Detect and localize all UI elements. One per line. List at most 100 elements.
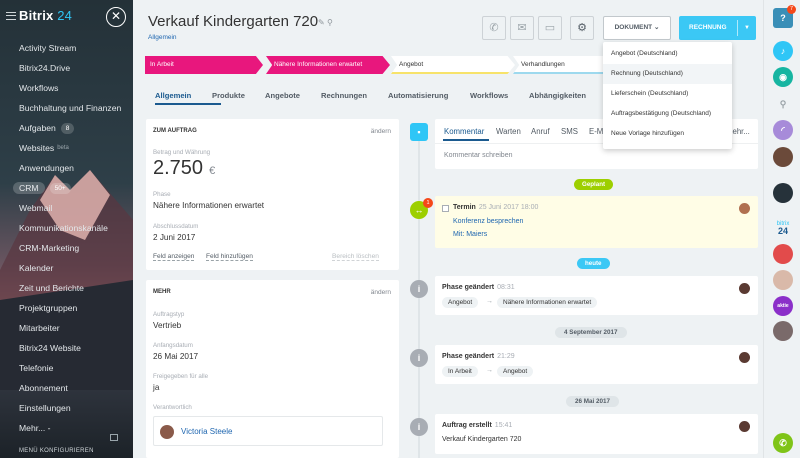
tab-offers[interactable]: Angebote: [265, 91, 300, 100]
sidebar-item-tasks[interactable]: Aufgaben 8: [0, 118, 133, 138]
add-field-link[interactable]: Feld hinzufügen: [206, 253, 253, 261]
phone-icon[interactable]: ✆: [482, 16, 506, 40]
phone-curve-icon[interactable]: ◜: [773, 120, 793, 140]
avatar[interactable]: [773, 270, 793, 290]
sidebar-item-settings[interactable]: Einstellungen: [0, 398, 133, 418]
avatar[interactable]: [773, 321, 793, 341]
edit-link[interactable]: ändern: [371, 128, 391, 135]
meeting-participants[interactable]: Mit: Maiers: [453, 231, 487, 238]
printer-icon[interactable]: [110, 434, 118, 441]
edit-icon[interactable]: ✎: [318, 18, 325, 27]
menu-icon[interactable]: [6, 12, 16, 20]
sidebar-item-groups[interactable]: Projektgruppen: [0, 298, 133, 318]
sidebar-item-label: Bitrix24.Drive: [19, 63, 71, 73]
gear-icon[interactable]: ⚙: [570, 16, 594, 40]
tab-products[interactable]: Produkte: [212, 91, 245, 100]
avatar[interactable]: [773, 183, 793, 203]
shared-value[interactable]: ja: [153, 383, 159, 392]
mail-icon[interactable]: ✉: [510, 16, 534, 40]
amount-value[interactable]: 2.750 €: [153, 157, 215, 180]
chat-icon[interactable]: ▭: [538, 16, 562, 40]
arrow-icon: →: [486, 298, 493, 305]
phase-value[interactable]: Nähere Informationen erwartet: [153, 201, 264, 210]
sidebar-item-websites[interactable]: Websites beta: [0, 138, 133, 158]
comment-input[interactable]: Kommentar schreiben: [444, 152, 512, 159]
tab-general[interactable]: Allgemein: [155, 91, 191, 100]
sidebar-menu: Activity Stream Bitrix24.Drive Workflows…: [0, 38, 133, 438]
menu-item-delivery-note[interactable]: Lieferschein (Deutschland): [603, 84, 732, 104]
stage-in-progress[interactable]: In Arbeit: [145, 56, 263, 74]
tab-email[interactable]: E-M: [589, 127, 603, 136]
sidebar-item-applications[interactable]: Anwendungen: [0, 158, 133, 178]
tab-comment[interactable]: Kommentar: [444, 127, 484, 136]
avatar[interactable]: [773, 147, 793, 167]
call-icon[interactable]: ✆: [773, 433, 793, 453]
configure-menu-link[interactable]: MENÜ KONFIGURIEREN: [19, 448, 94, 454]
tab-invoices[interactable]: Rechnungen: [321, 91, 367, 100]
right-toolbar: ? 7 ♪ ◉ ⚲ ◜ bitrix 24 aktie ✆: [763, 0, 800, 458]
link-icon[interactable]: ⚲: [327, 18, 333, 27]
avatar: [739, 421, 750, 432]
card-heading: ZUM AUFTRAG: [153, 128, 197, 134]
sidebar-item-workflows[interactable]: Workflows: [0, 78, 133, 98]
sidebar-item-website[interactable]: Bitrix24 Website: [0, 338, 133, 358]
sidebar-item-crm-marketing[interactable]: CRM-Marketing: [0, 238, 133, 258]
edit-link[interactable]: ändern: [371, 289, 391, 296]
breadcrumb[interactable]: Allgemein: [148, 34, 177, 41]
chevron-down-icon[interactable]: ▼: [744, 16, 750, 40]
stage-negotiation[interactable]: Verhandlungen: [513, 56, 603, 74]
timeman-icon[interactable]: ◉: [773, 67, 793, 87]
tab-sms[interactable]: SMS: [561, 127, 578, 136]
tab-workflows[interactable]: Workflows: [470, 91, 508, 100]
close-date-label: Abschlussdatum: [153, 223, 199, 230]
document-button[interactable]: DOKUMENT ⌄: [603, 16, 671, 40]
sidebar-item-subscription[interactable]: Abonnement: [0, 378, 133, 398]
menu-item-add-template[interactable]: Neue Vorlage hinzufügen: [603, 124, 732, 144]
responsible-name[interactable]: Victoria Steele: [181, 427, 232, 436]
sidebar-item-channels[interactable]: Kommunikationskanäle: [0, 218, 133, 238]
bitrix24-icon[interactable]: bitrix 24: [771, 221, 795, 237]
tab-automation[interactable]: Automatisierung: [388, 91, 448, 100]
sidebar-item-calendar[interactable]: Kalender: [0, 258, 133, 278]
tab-wait[interactable]: Warten: [496, 127, 521, 136]
avatar[interactable]: [773, 244, 793, 264]
search-icon[interactable]: ⚲: [773, 94, 793, 114]
aktie-icon[interactable]: aktie: [773, 296, 793, 316]
sidebar-item-activity-stream[interactable]: Activity Stream: [0, 38, 133, 58]
show-field-link[interactable]: Feld anzeigen: [153, 253, 195, 261]
delete-section-link[interactable]: Bereich löschen: [332, 253, 379, 261]
start-date-value[interactable]: 26 Mai 2017: [153, 352, 198, 361]
avatar: [739, 352, 750, 363]
left-sidebar: Bitrix 24 ✕ Activity Stream Bitrix24.Dri…: [0, 0, 133, 458]
bell-icon[interactable]: ♪: [773, 41, 793, 61]
stage-offer[interactable]: Angebot: [391, 56, 515, 74]
sidebar-item-employees[interactable]: Mitarbeiter: [0, 318, 133, 338]
tab-call[interactable]: Anruf: [531, 127, 550, 136]
menu-item-order-confirmation[interactable]: Auftragsbestätigung (Deutschland): [603, 104, 732, 124]
menu-item-invoice[interactable]: Rechnung (Deutschland): [603, 64, 732, 84]
meeting-entry[interactable]: Termin 25 Juni 2017 18:00 Konferenz bespr…: [435, 196, 758, 248]
sidebar-item-crm[interactable]: CRM 50+: [0, 178, 133, 198]
stage-more-info[interactable]: Nähere Informationen erwartet: [266, 56, 390, 74]
responsible-label: Verantwortlich: [153, 404, 192, 411]
type-value[interactable]: Vertrieb: [153, 321, 181, 330]
complete-checkbox[interactable]: [442, 205, 449, 212]
logo[interactable]: Bitrix 24: [19, 8, 72, 23]
shared-label: Freigegeben für alle: [153, 373, 209, 380]
phase-from: In Arbeit: [442, 366, 478, 377]
sidebar-item-telephony[interactable]: Telefonie: [0, 358, 133, 378]
tab-dependencies[interactable]: Abhängigkeiten: [529, 91, 586, 100]
sidebar-item-label: Projektgruppen: [19, 303, 78, 313]
sidebar-item-accounting[interactable]: Buchhaltung und Finanzen: [0, 98, 133, 118]
sidebar-item-label: Websites: [19, 143, 55, 153]
close-date-value[interactable]: 2 Juni 2017: [153, 233, 195, 242]
meeting-subject[interactable]: Konferenz besprechen: [453, 218, 523, 225]
responsible-field[interactable]: Victoria Steele: [153, 416, 383, 446]
sidebar-item-drive[interactable]: Bitrix24.Drive: [0, 58, 133, 78]
phase-change-entry: Phase geändert 08:31 Angebot → Nähere Inf…: [435, 276, 758, 315]
sidebar-item-webmail[interactable]: Webmail: [0, 198, 133, 218]
sidebar-item-time-reports[interactable]: Zeit und Berichte: [0, 278, 133, 298]
invoice-button[interactable]: RECHNUNG ▼: [679, 16, 756, 40]
menu-item-offer[interactable]: Angebot (Deutschland): [603, 44, 732, 64]
close-icon[interactable]: ✕: [106, 7, 126, 27]
